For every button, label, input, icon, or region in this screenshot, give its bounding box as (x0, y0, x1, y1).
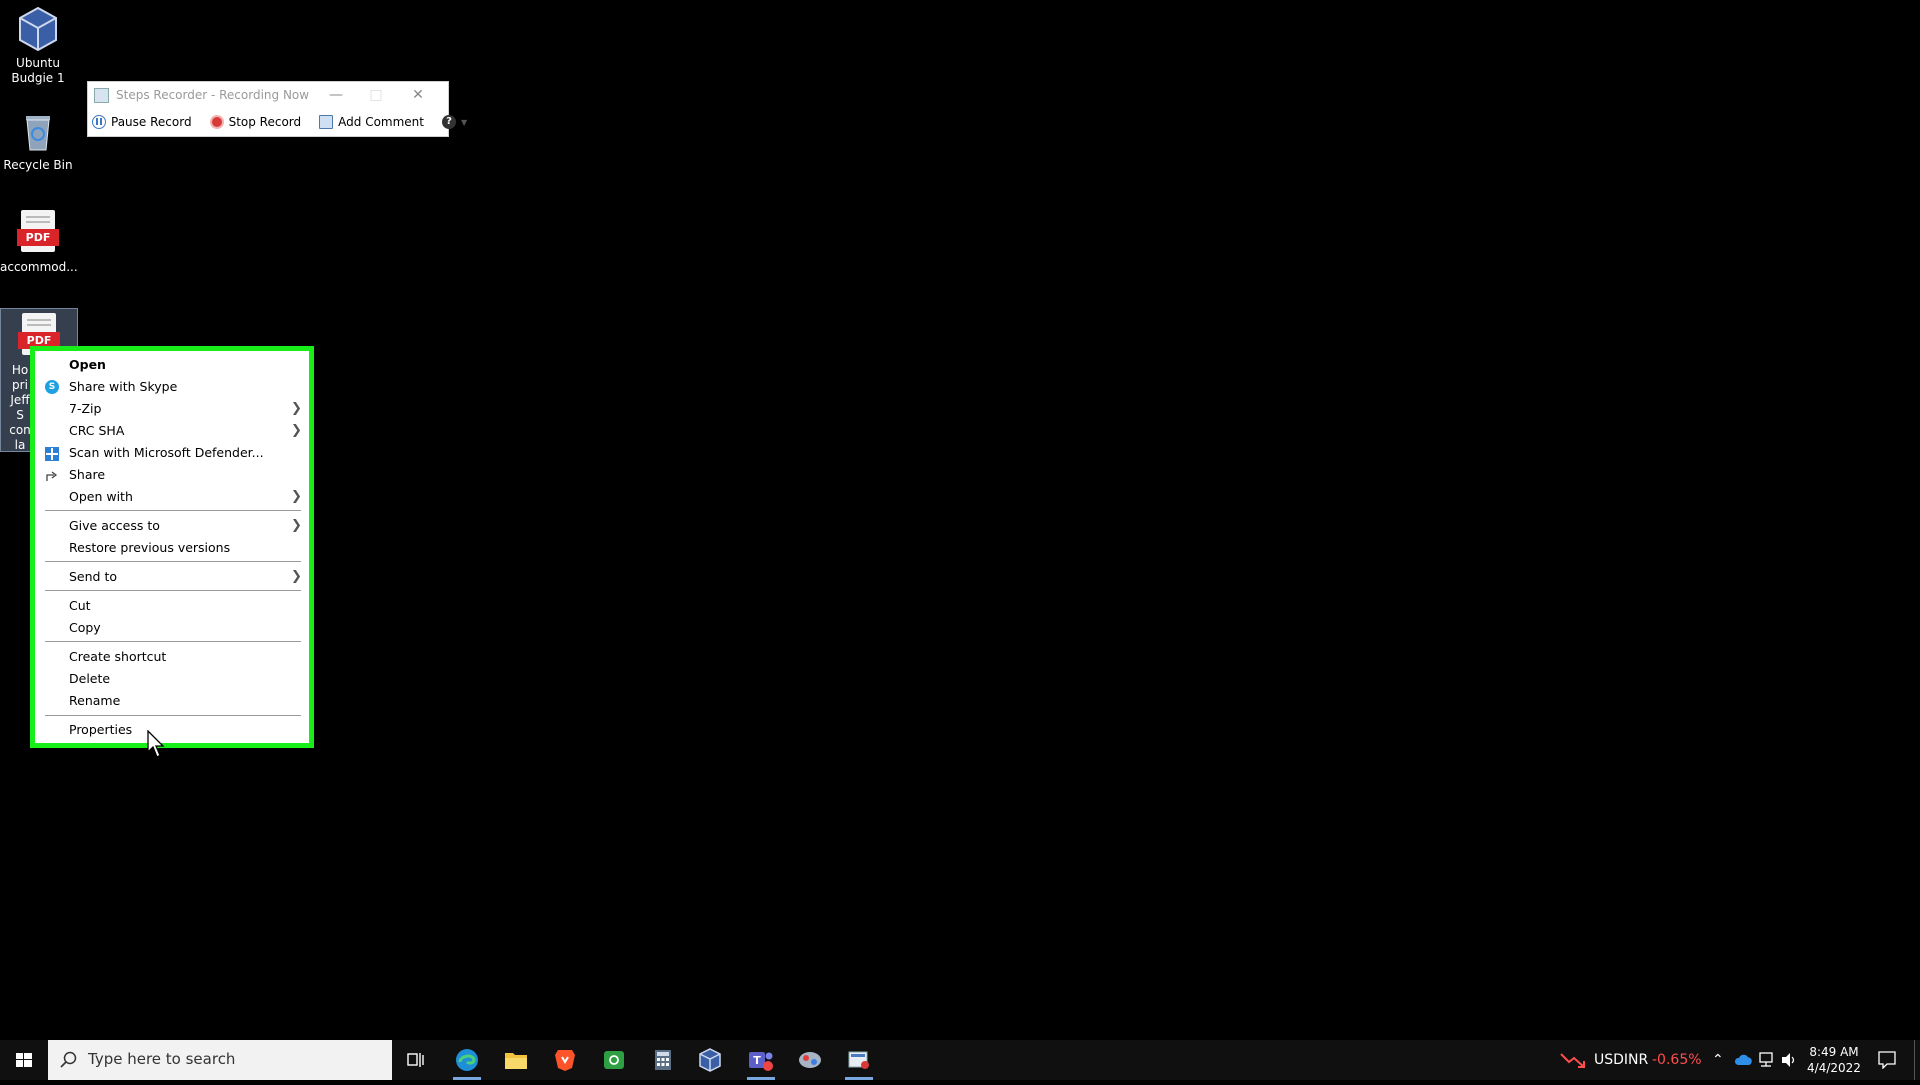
menu-item-scan-defender[interactable]: Scan with Microsoft Defender... (35, 442, 309, 464)
menu-item-delete[interactable]: Delete (35, 668, 309, 690)
svg-text:T: T (753, 1054, 761, 1067)
pause-icon (92, 115, 106, 129)
chevron-up-icon[interactable]: ⌃ (1712, 1040, 1724, 1080)
clock-date: 4/4/2022 (1807, 1061, 1861, 1075)
ticker-symbol[interactable]: USDINR (1594, 1040, 1648, 1080)
steps-recorder-title: Steps Recorder - Recording Now (116, 88, 310, 102)
green-app-icon[interactable] (590, 1040, 638, 1080)
pause-record-label: Pause Record (111, 115, 192, 129)
windows-logo-icon (16, 1053, 32, 1067)
defender-shield-icon (45, 446, 59, 461)
menu-separator (45, 641, 301, 642)
menu-item-send-to[interactable]: Send to ❯ (35, 566, 309, 588)
steps-recorder-taskbar-icon[interactable] (835, 1040, 883, 1080)
chevron-right-icon: ❯ (291, 401, 302, 416)
menu-item-open-with[interactable]: Open with ❯ (35, 486, 309, 508)
file-explorer-icon[interactable] (492, 1040, 540, 1080)
menu-item-rename[interactable]: Rename (35, 690, 309, 712)
onedrive-cloud-icon[interactable] (1733, 1053, 1753, 1067)
menu-item-7-zip[interactable]: 7-Zip ❯ (35, 398, 309, 420)
network-icon[interactable] (1757, 1052, 1775, 1068)
start-button[interactable] (0, 1040, 48, 1080)
ticker-change: -0.65% (1652, 1052, 1702, 1068)
help-icon: ? (441, 115, 456, 129)
menu-item-share-with-skype[interactable]: S Share with Skype (35, 376, 309, 398)
teams-icon[interactable]: T (737, 1040, 785, 1080)
menu-item-give-access-to[interactable]: Give access to ❯ (35, 515, 309, 537)
help-dropdown-button[interactable]: ? ▼ (441, 115, 468, 129)
stop-record-icon (209, 115, 224, 129)
chevron-right-icon: ❯ (291, 423, 302, 438)
search-placeholder: Type here to search (88, 1050, 236, 1068)
minimize-icon[interactable]: — (316, 84, 356, 106)
desktop-icon-ubuntu-budgie[interactable]: Ubuntu Budgie 1 (0, 6, 76, 86)
pdf-file-icon: PDF (16, 210, 60, 256)
steps-recorder-window: Steps Recorder - Recording Now — □ ✕ Pau… (87, 81, 467, 137)
calculator-icon[interactable] (639, 1040, 687, 1080)
add-comment-button[interactable]: Add Comment (319, 115, 424, 129)
stock-down-trend-icon (1560, 1053, 1585, 1068)
steps-recorder-titlebar[interactable]: Steps Recorder - Recording Now — □ ✕ (88, 82, 448, 108)
menu-item-create-shortcut[interactable]: Create shortcut (35, 646, 309, 668)
network-tool-icon[interactable] (786, 1040, 834, 1080)
close-icon[interactable]: ✕ (398, 84, 438, 106)
virtualbox-cube-icon (16, 6, 60, 52)
menu-item-share[interactable]: Share (35, 464, 309, 486)
desktop-icon-recycle-bin[interactable]: Recycle Bin (0, 108, 76, 173)
menu-item-properties[interactable]: Properties (35, 719, 309, 741)
chevron-right-icon: ❯ (291, 569, 302, 584)
show-desktop-button[interactable] (1914, 1040, 1920, 1080)
context-menu: Open S Share with Skype 7-Zip ❯ CRC SHA … (35, 351, 309, 743)
menu-separator (45, 715, 301, 716)
search-icon (60, 1051, 77, 1068)
taskbar-clock[interactable]: 8:49 AM 4/4/2022 (1799, 1044, 1869, 1076)
chevron-right-icon: ❯ (291, 518, 302, 533)
desktop-icon-label: Ubuntu (16, 56, 60, 70)
clock-time: 8:49 AM (1809, 1045, 1859, 1059)
menu-item-open[interactable]: Open (35, 354, 309, 376)
recycle-bin-icon (16, 108, 60, 154)
maximize-icon[interactable]: □ (356, 84, 396, 106)
desktop-icon-label: accommod... (0, 260, 78, 274)
chevron-down-icon: ▼ (460, 117, 468, 127)
notification-center-icon[interactable] (1878, 1051, 1896, 1069)
menu-item-copy[interactable]: Copy (35, 617, 309, 639)
menu-item-crc-sha[interactable]: CRC SHA ❯ (35, 420, 309, 442)
desktop-icon-accommod-pdf[interactable]: PDF accommod... (0, 210, 78, 275)
taskbar-search-box[interactable]: Type here to search (48, 1040, 392, 1080)
virtualbox-icon[interactable] (686, 1040, 734, 1080)
menu-separator (45, 561, 301, 562)
menu-separator (45, 510, 301, 511)
skype-icon: S (45, 380, 59, 394)
steps-recorder-app-icon (94, 87, 109, 103)
menu-item-cut[interactable]: Cut (35, 595, 309, 617)
comment-icon (319, 115, 334, 129)
chevron-right-icon: ❯ (291, 489, 302, 504)
menu-item-restore-previous-versions[interactable]: Restore previous versions (35, 537, 309, 559)
task-view-icon[interactable] (392, 1040, 440, 1080)
edge-browser-icon[interactable] (443, 1040, 491, 1080)
menu-separator (45, 590, 301, 591)
steps-recorder-toolbar: Pause Record Stop Record Add Comment ? ▼ (88, 108, 467, 136)
stop-record-label: Stop Record (228, 115, 302, 129)
taskbar: Type here to search T USDINR -0.65% ⌃ 8:… (0, 1040, 1920, 1080)
brave-browser-icon[interactable] (541, 1040, 589, 1080)
pause-record-button[interactable]: Pause Record (92, 115, 192, 129)
volume-icon[interactable] (1780, 1052, 1798, 1068)
stop-record-button[interactable]: Stop Record (209, 115, 302, 129)
add-comment-label: Add Comment (338, 115, 424, 129)
share-icon (45, 468, 59, 482)
mouse-cursor-icon (147, 729, 167, 764)
desktop-icon-label: Budgie 1 (11, 71, 65, 85)
desktop-icon-label: Recycle Bin (3, 158, 73, 172)
